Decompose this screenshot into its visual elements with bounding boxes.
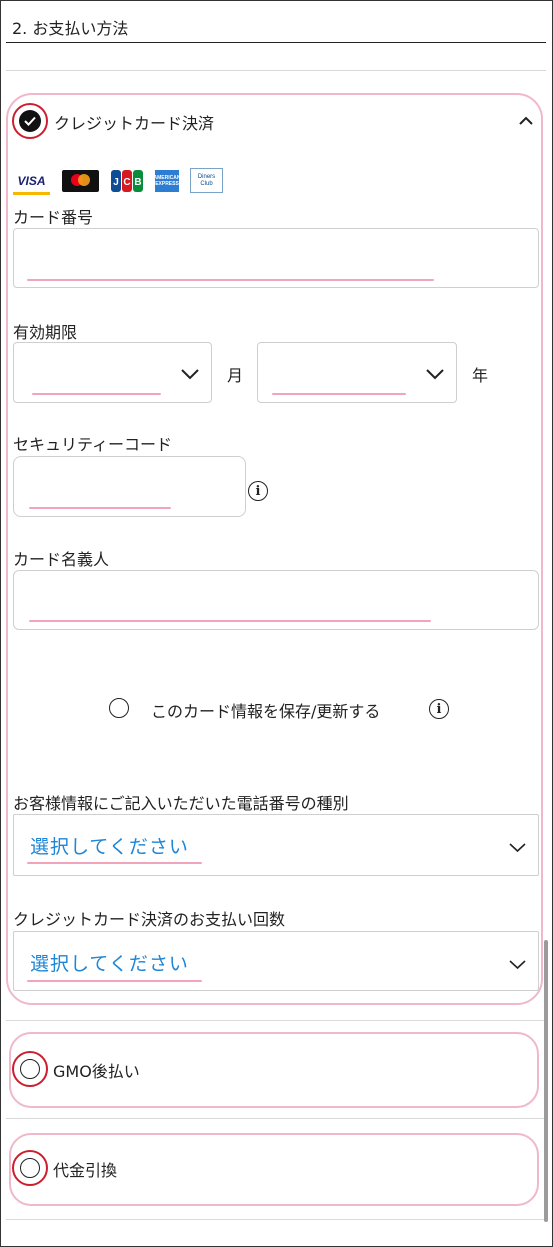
divider [6,1219,546,1220]
divider [6,1020,546,1021]
card-number-label: カード番号 [13,208,94,227]
radio-circle-icon [20,1059,40,1079]
mastercard-logo-icon [62,170,99,192]
phone-type-value: 選択してください [30,836,189,858]
installments-label: クレジットカード決済のお支払い回数 [13,910,286,929]
info-icon[interactable]: i [429,699,449,719]
cod-label[interactable]: 代金引換 [53,1157,117,1181]
card-number-underline [27,279,434,281]
phone-type-underline [27,862,202,864]
card-holder-label: カード名義人 [13,550,110,569]
phone-type-label: お客様情報にご記入いただいた電話番号の種別 [13,794,349,813]
month-unit: 月 [227,366,244,385]
svg-text:J: J [113,177,119,188]
expiry-label: 有効期限 [13,323,78,342]
divider [6,1118,546,1119]
credit-card-radio[interactable] [12,103,48,139]
svg-text:B: B [134,177,141,188]
expiry-month-underline [32,393,161,395]
title-divider [6,42,546,43]
security-code-label: セキュリティーコード [13,435,173,454]
chevron-down-icon [509,955,526,974]
chevron-up-icon[interactable] [519,111,533,130]
installments-underline [27,980,202,982]
amex-logo-icon: AMERICAN EXPRESS [154,170,180,192]
chevron-down-icon [426,365,444,384]
security-code-underline [29,507,171,509]
radio-circle-icon [20,1158,40,1178]
visa-logo-icon: VISA [13,170,50,195]
cod-radio[interactable] [12,1150,48,1186]
card-holder-underline [29,620,431,622]
installments-value: 選択してください [30,953,189,975]
credit-card-label[interactable]: クレジットカード決済 [54,110,214,134]
scrollbar[interactable] [544,940,548,1222]
diners-logo-icon: Diners Club [190,168,223,193]
save-card-radio[interactable] [109,698,129,718]
chevron-down-icon [181,365,199,384]
info-icon[interactable]: i [248,481,268,501]
expiry-year-underline [272,393,406,395]
section-title: 2. お支払い方法 [12,19,129,38]
chevron-down-icon [509,838,526,857]
jcb-logo-icon: J C B [111,170,143,192]
svg-text:C: C [123,177,130,188]
check-icon [19,110,41,132]
gmo-label[interactable]: GMO後払い [53,1058,140,1082]
save-card-label[interactable]: このカード情報を保存/更新する [151,698,380,722]
divider [6,70,546,71]
year-unit: 年 [472,366,489,385]
gmo-radio[interactable] [12,1051,48,1087]
